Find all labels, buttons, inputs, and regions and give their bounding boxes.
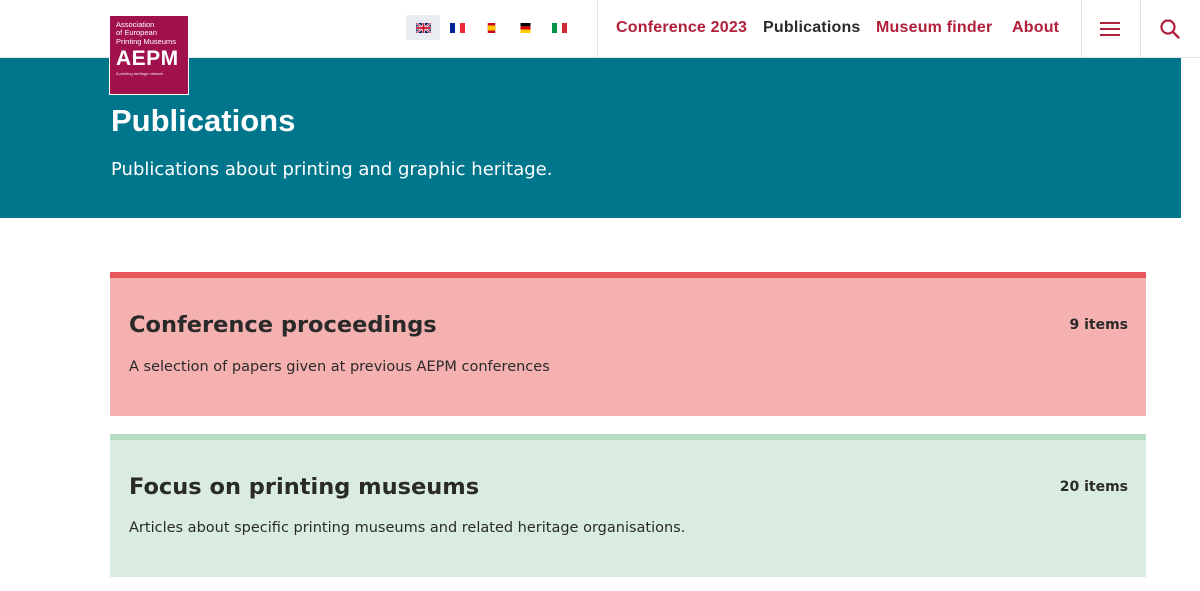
card-accent-bar xyxy=(110,272,1146,278)
card-accent-bar xyxy=(110,434,1146,440)
nav-museum-finder[interactable]: Museum finder xyxy=(876,17,992,39)
search-button[interactable] xyxy=(1141,0,1199,58)
nav-divider xyxy=(597,0,598,58)
nav-conference-2023[interactable]: Conference 2023 xyxy=(616,17,747,39)
language-switcher xyxy=(406,15,576,40)
nav-publications[interactable]: Publications xyxy=(763,17,861,39)
france-flag-icon xyxy=(449,22,465,33)
page-subtitle: Publications about printing and graphic … xyxy=(111,159,553,180)
menu-button[interactable] xyxy=(1081,0,1139,58)
category-card-conference-proceedings[interactable]: Conference proceedings A selection of pa… xyxy=(110,272,1146,416)
italy-flag-icon xyxy=(551,22,567,33)
language-de-button[interactable] xyxy=(508,15,542,40)
item-count: 20 items xyxy=(1059,479,1128,495)
card-description: Articles about specific printing museums… xyxy=(129,520,686,536)
hamburger-menu-icon xyxy=(1100,18,1120,40)
logo-line-3: Printing Museums xyxy=(116,36,177,46)
aepm-logo[interactable]: Association of European Printing Museums… xyxy=(109,15,189,95)
search-icon xyxy=(1160,19,1180,39)
language-en-button[interactable] xyxy=(406,15,440,40)
category-card-focus-on-printing-museums[interactable]: Focus on printing museums Articles about… xyxy=(110,434,1146,577)
logo-tagline: A printing heritage network xyxy=(116,70,164,76)
item-count: 9 items xyxy=(1069,317,1128,333)
top-navigation-bar: Association of European Printing Museums… xyxy=(0,0,1200,95)
spain-flag-icon xyxy=(487,22,495,33)
germany-flag-icon xyxy=(520,22,530,33)
card-title[interactable]: Conference proceedings xyxy=(129,312,437,338)
logo-acronym: AEPM xyxy=(116,46,179,70)
language-fr-button[interactable] xyxy=(440,15,474,40)
card-title[interactable]: Focus on printing museums xyxy=(129,474,479,500)
page-title: Publications xyxy=(111,103,296,138)
nav-about[interactable]: About xyxy=(1012,17,1059,39)
card-description: A selection of papers given at previous … xyxy=(129,359,550,375)
uk-flag-icon xyxy=(415,22,431,33)
language-es-button[interactable] xyxy=(474,15,508,40)
language-it-button[interactable] xyxy=(542,15,576,40)
